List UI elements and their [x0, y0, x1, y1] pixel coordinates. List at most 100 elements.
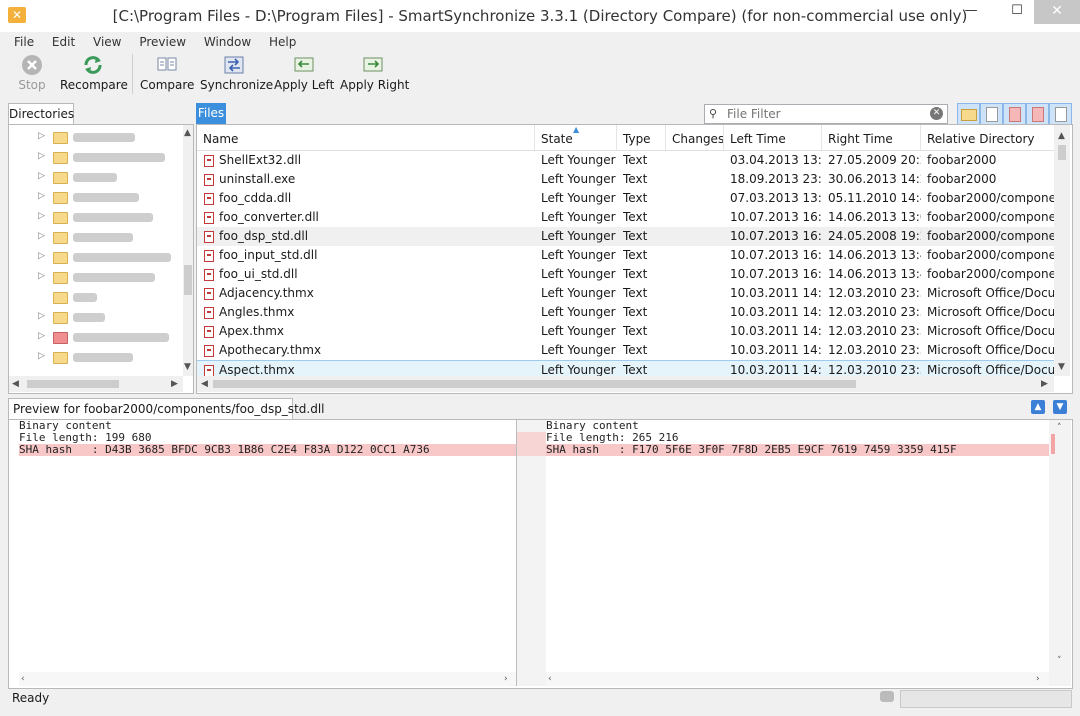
- expand-arrow-icon[interactable]: ▷: [38, 171, 45, 181]
- cell-right-time: 30.06.2013 14:23: [828, 172, 921, 186]
- scrollbar-thumb[interactable]: [27, 380, 119, 388]
- column-relative-directory[interactable]: Relative Directory: [921, 125, 1054, 150]
- preview-left-horizontal-scrollbar[interactable]: ‹ ›: [19, 672, 516, 686]
- file-filter-input[interactable]: [727, 106, 923, 121]
- filter-show-folders-button[interactable]: [957, 103, 980, 126]
- column-type[interactable]: Type: [617, 125, 666, 150]
- preview-right-horizontal-scrollbar[interactable]: ‹ ›: [546, 672, 1049, 686]
- table-row[interactable]: foo_converter.dll Left Younger Text 10.07.2…: [197, 208, 1054, 227]
- tree-item[interactable]: ▷: [9, 127, 174, 147]
- expand-arrow-icon[interactable]: ▷: [38, 331, 45, 341]
- directory-horizontal-scrollbar[interactable]: ◀ ▶: [9, 376, 183, 392]
- tree-item[interactable]: ▷: [9, 347, 174, 367]
- minimize-button[interactable]: —: [954, 0, 988, 24]
- menu-edit[interactable]: Edit: [45, 33, 82, 51]
- column-name[interactable]: Name: [197, 125, 535, 150]
- table-row[interactable]: foo_cdda.dll Left Younger Text 07.03.2013 1…: [197, 189, 1054, 208]
- scroll-up-icon[interactable]: ▲: [1058, 131, 1065, 141]
- preview-left-pane[interactable]: Binary content File length: 199 680 SHA …: [9, 420, 516, 686]
- table-row[interactable]: Adjacency.thmx Left Younger Text 10.03.2011…: [197, 284, 1054, 303]
- tree-item[interactable]: ▷: [9, 167, 174, 187]
- scroll-right-icon[interactable]: ›: [504, 674, 508, 684]
- expand-arrow-icon[interactable]: ▷: [38, 271, 45, 281]
- scrollbar-thumb[interactable]: [213, 380, 856, 388]
- filter-show-modified-button[interactable]: [1003, 103, 1026, 126]
- tab-preview[interactable]: Preview for foobar2000/components/foo_ds…: [8, 398, 324, 419]
- expand-arrow-icon[interactable]: ▷: [38, 211, 45, 221]
- scrollbar-thumb[interactable]: [184, 265, 192, 295]
- scroll-left-icon[interactable]: ◀: [201, 379, 208, 389]
- apply-left-button[interactable]: Apply Left: [274, 52, 334, 98]
- column-left-time[interactable]: Left Time: [724, 125, 822, 150]
- scroll-right-icon[interactable]: ▶: [1041, 379, 1048, 389]
- directory-vertical-scrollbar[interactable]: ▲ ▼: [183, 125, 193, 376]
- scroll-left-icon[interactable]: ‹: [548, 674, 552, 684]
- close-button[interactable]: ✕: [1034, 0, 1080, 24]
- menu-view[interactable]: View: [86, 33, 128, 51]
- scroll-up-icon[interactable]: ▲: [184, 128, 191, 138]
- table-row[interactable]: uninstall.exe Left Younger Text 18.09.2013 …: [197, 170, 1054, 189]
- tab-files[interactable]: Files: [196, 103, 226, 124]
- tree-item[interactable]: ▷: [9, 207, 174, 227]
- preview-right-pane[interactable]: Binary content File length: 265 216 SHA …: [546, 420, 1049, 686]
- scrollbar-thumb[interactable]: [1058, 145, 1066, 160]
- expand-arrow-icon[interactable]: ▷: [38, 151, 45, 161]
- filter-show-unchanged-button[interactable]: [980, 103, 1003, 126]
- expand-arrow-icon[interactable]: ▷: [38, 131, 45, 141]
- preview-overview-ruler[interactable]: ˄ ˅: [1049, 420, 1071, 686]
- scroll-left-icon[interactable]: ‹: [21, 674, 25, 684]
- scroll-right-icon[interactable]: ›: [1036, 674, 1040, 684]
- scroll-up-icon[interactable]: ˄: [1057, 423, 1062, 433]
- folder-icon: [53, 272, 68, 284]
- table-row[interactable]: foo_ui_std.dll Left Younger Text 10.07.2013…: [197, 265, 1054, 284]
- expand-arrow-icon[interactable]: ▷: [38, 351, 45, 361]
- filter-show-right-button[interactable]: [1049, 103, 1072, 126]
- maximize-button[interactable]: ☐: [1000, 0, 1034, 24]
- expand-arrow-icon[interactable]: ▷: [38, 311, 45, 321]
- scroll-left-icon[interactable]: ◀: [12, 379, 19, 389]
- expand-arrow-icon[interactable]: ▷: [38, 231, 45, 241]
- menu-file[interactable]: File: [7, 33, 41, 51]
- tree-item[interactable]: ▷: [9, 187, 174, 207]
- column-changes[interactable]: Changes: [666, 125, 724, 150]
- column-right-time[interactable]: Right Time: [822, 125, 921, 150]
- cell-changes: [672, 170, 724, 189]
- next-change-icon[interactable]: ▼: [1053, 400, 1067, 414]
- tree-item[interactable]: ▷: [9, 327, 174, 347]
- menu-window[interactable]: Window: [197, 33, 258, 51]
- table-row[interactable]: foo_input_std.dll Left Younger Text 10.07.2…: [197, 246, 1054, 265]
- files-horizontal-scrollbar[interactable]: ◀ ▶: [197, 376, 1054, 392]
- notification-icon[interactable]: [880, 691, 894, 702]
- expand-arrow-icon[interactable]: ▷: [38, 251, 45, 261]
- stop-button[interactable]: Stop: [12, 52, 52, 98]
- tree-item[interactable]: ▷: [9, 307, 174, 327]
- expand-arrow-icon[interactable]: ▷: [38, 191, 45, 201]
- tree-item[interactable]: ▷: [9, 227, 174, 247]
- apply-right-button[interactable]: Apply Right: [340, 52, 409, 98]
- tree-item[interactable]: [9, 287, 174, 307]
- table-row[interactable]: ShellExt32.dll Left Younger Text 03.04.2013…: [197, 151, 1054, 170]
- tab-directories[interactable]: Directories: [8, 103, 74, 125]
- table-row[interactable]: Angles.thmx Left Younger Text 10.03.2011 14…: [197, 303, 1054, 322]
- scroll-right-icon[interactable]: ▶: [171, 379, 178, 389]
- table-row[interactable]: Apothecary.thmx Left Younger Text 10.03.201…: [197, 341, 1054, 360]
- cell-type: Text: [623, 248, 648, 262]
- recompare-button[interactable]: Recompare: [60, 52, 128, 98]
- file-filter[interactable]: ⚲ ✕: [704, 104, 948, 124]
- menu-help[interactable]: Help: [262, 33, 303, 51]
- tree-item[interactable]: ▷: [9, 267, 174, 287]
- clear-filter-icon[interactable]: ✕: [930, 107, 943, 120]
- tree-item[interactable]: ▷: [9, 247, 174, 267]
- menu-preview[interactable]: Preview: [132, 33, 193, 51]
- compare-button[interactable]: Compare: [140, 52, 194, 98]
- files-vertical-scrollbar[interactable]: ▲ ▼: [1054, 125, 1070, 376]
- tree-item[interactable]: ▷: [9, 147, 174, 167]
- scroll-down-icon[interactable]: ▼: [184, 362, 191, 372]
- scroll-down-icon[interactable]: ▼: [1058, 362, 1065, 372]
- synchronize-button[interactable]: Synchronize: [200, 52, 273, 98]
- scroll-down-icon[interactable]: ˅: [1057, 656, 1062, 666]
- table-row[interactable]: Apex.thmx Left Younger Text 10.03.2011 14:2…: [197, 322, 1054, 341]
- previous-change-icon[interactable]: ▲: [1031, 400, 1045, 414]
- filter-show-left-button[interactable]: [1026, 103, 1049, 126]
- table-row[interactable]: foo_dsp_std.dll Left Younger Text 10.07.201…: [197, 227, 1054, 246]
